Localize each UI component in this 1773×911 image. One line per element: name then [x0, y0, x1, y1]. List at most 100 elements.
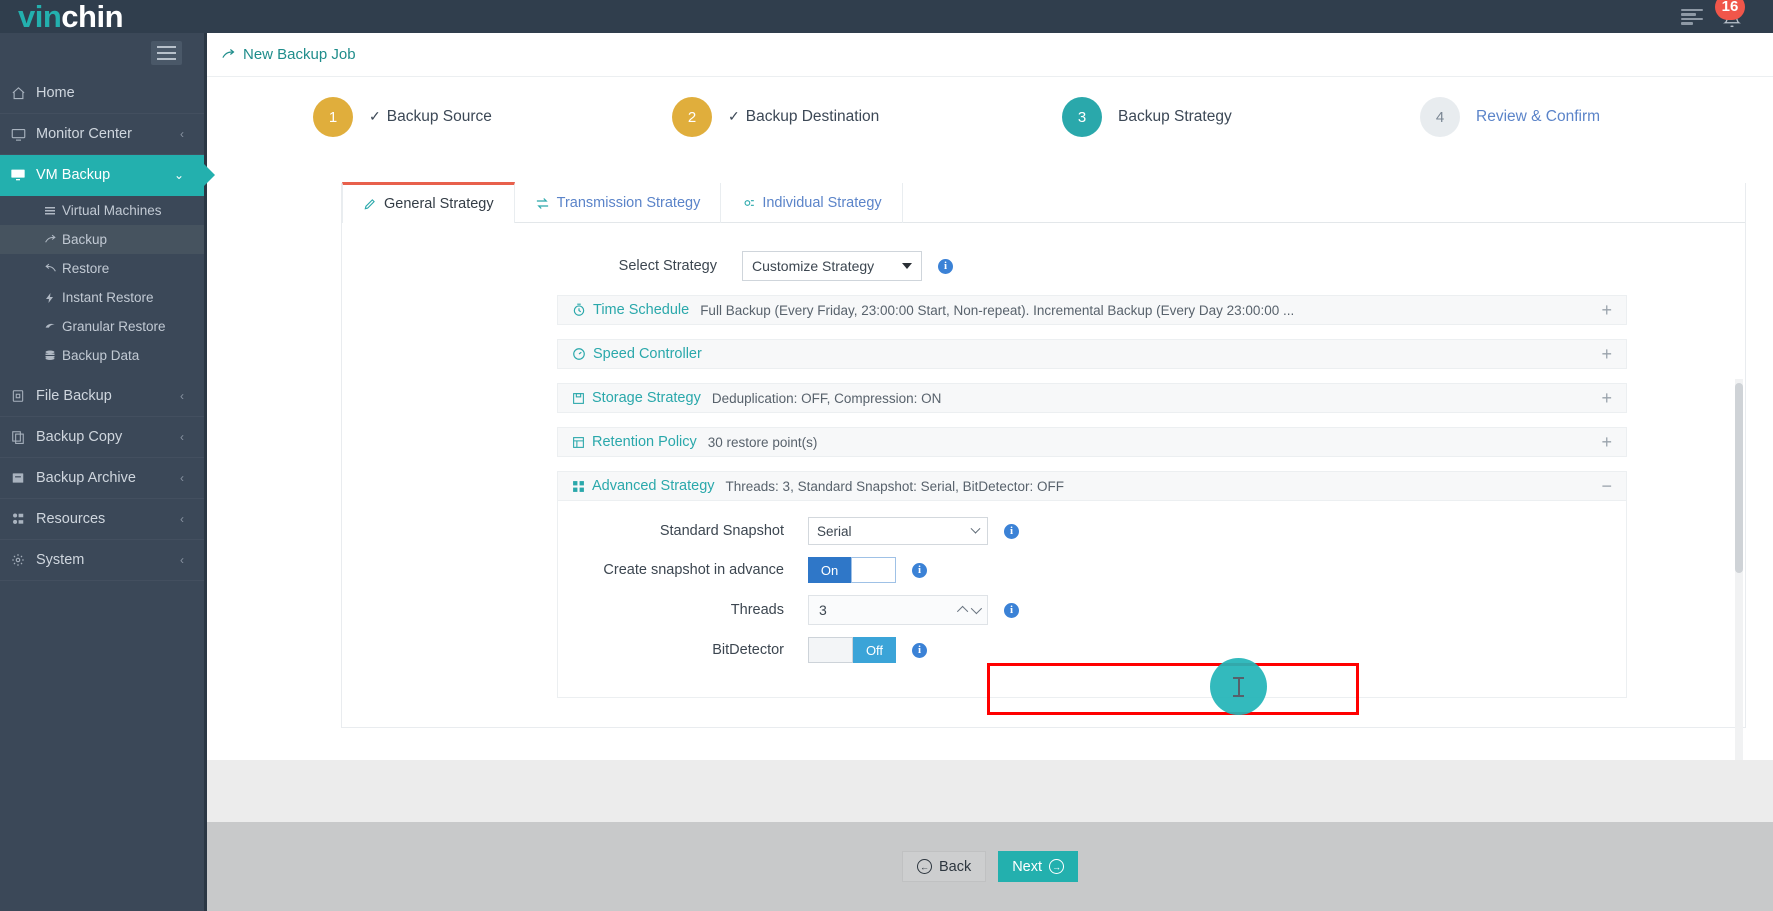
chevron-left-icon: ‹: [180, 127, 184, 141]
sidebar-item-backup-copy[interactable]: Backup Copy ‹: [0, 417, 204, 458]
list-icon[interactable]: [1681, 8, 1703, 25]
accordion-storage-strategy[interactable]: Storage Strategy Deduplication: OFF, Com…: [557, 383, 1627, 413]
sidebar-item-instant-restore[interactable]: Instant Restore: [0, 283, 204, 312]
tab-label: General Strategy: [384, 196, 494, 212]
sidebar-item-label: VM Backup: [36, 167, 111, 183]
sidebar-item-file-backup[interactable]: File Backup ‹: [0, 376, 204, 417]
expand-icon[interactable]: +: [1601, 433, 1612, 451]
save-icon: [572, 392, 585, 405]
create-snapshot-toggle[interactable]: On: [808, 557, 896, 583]
pencil-icon: [363, 197, 377, 211]
accordion-desc: 30 restore point(s): [707, 434, 818, 450]
chevron-left-icon: ‹: [180, 512, 184, 526]
threads-value: 3: [819, 602, 827, 618]
step-backup-strategy[interactable]: 3 Backup Strategy: [1062, 97, 1232, 137]
standard-snapshot-row: Standard Snapshot Serial i: [558, 517, 1626, 545]
info-icon[interactable]: i: [912, 562, 927, 578]
tab-individual-strategy[interactable]: Individual Strategy: [721, 183, 903, 223]
accordion-time-schedule[interactable]: Time Schedule Full Backup (Every Friday,…: [557, 295, 1627, 325]
info-icon[interactable]: i: [912, 642, 927, 658]
sidebar-subitem-label: Backup Data: [62, 348, 140, 363]
resources-icon: [0, 512, 36, 526]
strategy-tabs: General Strategy Transmission Strategy I…: [342, 182, 1745, 223]
create-snapshot-in-advance-row: Create snapshot in advance On i: [558, 557, 1626, 583]
sidebar-item-label: Monitor Center: [36, 126, 132, 142]
check-icon: ✓: [369, 108, 381, 124]
strategy-accordion-list: Time Schedule Full Backup (Every Friday,…: [557, 295, 1627, 698]
accordion-advanced-strategy[interactable]: Advanced Strategy Threads: 3, Standard S…: [557, 471, 1627, 501]
next-button-label: Next: [1012, 858, 1043, 875]
clock-icon: [572, 303, 586, 317]
sidebar-item-resources[interactable]: Resources ‹: [0, 499, 204, 540]
sidebar-item-backup-data[interactable]: Backup Data: [0, 341, 204, 370]
accordion-retention-policy[interactable]: Retention Policy 30 restore point(s) +: [557, 427, 1627, 457]
select-strategy-label: Select Strategy: [618, 258, 717, 274]
toggle-off-half: [851, 557, 896, 583]
accordion-desc: Deduplication: OFF, Compression: ON: [711, 390, 942, 406]
check-icon: ✓: [728, 108, 740, 124]
arrow-right-circle-icon: →: [1049, 859, 1065, 874]
expand-icon[interactable]: +: [1601, 301, 1612, 319]
accordion-title: Advanced Strategy: [592, 478, 715, 494]
chevron-up-icon[interactable]: [956, 605, 969, 618]
tab-label: Individual Strategy: [762, 195, 882, 211]
info-icon[interactable]: i: [1004, 602, 1019, 618]
accordion-title: Storage Strategy: [592, 390, 701, 406]
strategy-card: General Strategy Transmission Strategy I…: [341, 182, 1746, 879]
notifications-button[interactable]: 16: [1715, 0, 1747, 32]
sidebar-item-monitor-center[interactable]: Monitor Center ‹: [0, 114, 204, 155]
top-bar: vinchin 16: [0, 0, 1773, 33]
tab-label: Transmission Strategy: [556, 195, 701, 211]
topbar-actions: 16: [1681, 0, 1747, 32]
step-label-wrap: ✓ Backup Source: [369, 108, 492, 126]
system-icon: [0, 553, 36, 567]
step-review-confirm[interactable]: 4 Review & Confirm: [1420, 97, 1600, 137]
step-label: Review & Confirm: [1476, 108, 1601, 125]
threads-spinner[interactable]: [956, 596, 983, 624]
archive-icon: [0, 471, 36, 485]
sidebar-item-virtual-machines[interactable]: Virtual Machines: [0, 196, 204, 225]
standard-snapshot-dropdown[interactable]: Serial: [808, 517, 988, 545]
back-button[interactable]: ← Back: [901, 851, 987, 882]
sidebar-item-backup-archive[interactable]: Backup Archive ‹: [0, 458, 204, 499]
accordion-title: Time Schedule: [593, 302, 690, 318]
transfer-icon: [535, 196, 550, 211]
info-icon[interactable]: i: [1004, 523, 1019, 539]
step-number: 3: [1062, 97, 1102, 137]
tab-transmission-strategy[interactable]: Transmission Strategy: [515, 183, 722, 223]
sidebar-item-system[interactable]: System ‹: [0, 540, 204, 581]
sidebar-item-vm-backup[interactable]: VM Backup ⌄: [0, 155, 204, 196]
toggle-on-label: On: [808, 557, 851, 583]
accordion-title: Speed Controller: [593, 346, 702, 362]
collapse-icon[interactable]: −: [1601, 477, 1612, 495]
sidebar-item-backup[interactable]: Backup: [0, 225, 204, 254]
grid-icon: [572, 480, 585, 493]
expand-icon[interactable]: +: [1601, 345, 1612, 363]
accordion-speed-controller[interactable]: Speed Controller +: [557, 339, 1627, 369]
threads-input[interactable]: 3: [808, 595, 988, 625]
logo-vin: vin: [18, 0, 62, 34]
notification-badge: 16: [1715, 0, 1745, 20]
hamburger-icon[interactable]: [151, 41, 182, 65]
step-number: 1: [313, 97, 353, 137]
next-button[interactable]: Next →: [998, 851, 1079, 882]
text-cursor-icon: [1233, 676, 1244, 698]
caret-down-icon: [902, 263, 912, 269]
sidebar-item-home[interactable]: Home: [0, 73, 204, 114]
info-icon[interactable]: i: [938, 258, 953, 274]
chevron-down-icon[interactable]: [970, 602, 983, 615]
desktop-icon: [0, 167, 36, 183]
select-strategy-dropdown[interactable]: Customize Strategy: [742, 251, 922, 281]
step-backup-source[interactable]: 1 ✓ Backup Source: [313, 97, 492, 137]
standard-snapshot-value: Serial: [817, 523, 852, 539]
step-backup-destination[interactable]: 2 ✓ Backup Destination: [672, 97, 879, 137]
backup-arrow-icon: [38, 233, 62, 246]
scrollbar-thumb[interactable]: [1735, 383, 1743, 573]
step-number: 4: [1420, 97, 1460, 137]
sidebar-toggle-row: [0, 33, 204, 73]
tab-general-strategy[interactable]: General Strategy: [342, 182, 515, 223]
sidebar-item-restore[interactable]: Restore: [0, 254, 204, 283]
expand-icon[interactable]: +: [1601, 389, 1612, 407]
sidebar-item-granular-restore[interactable]: Granular Restore: [0, 312, 204, 341]
bitdetector-toggle[interactable]: Off: [808, 637, 896, 663]
